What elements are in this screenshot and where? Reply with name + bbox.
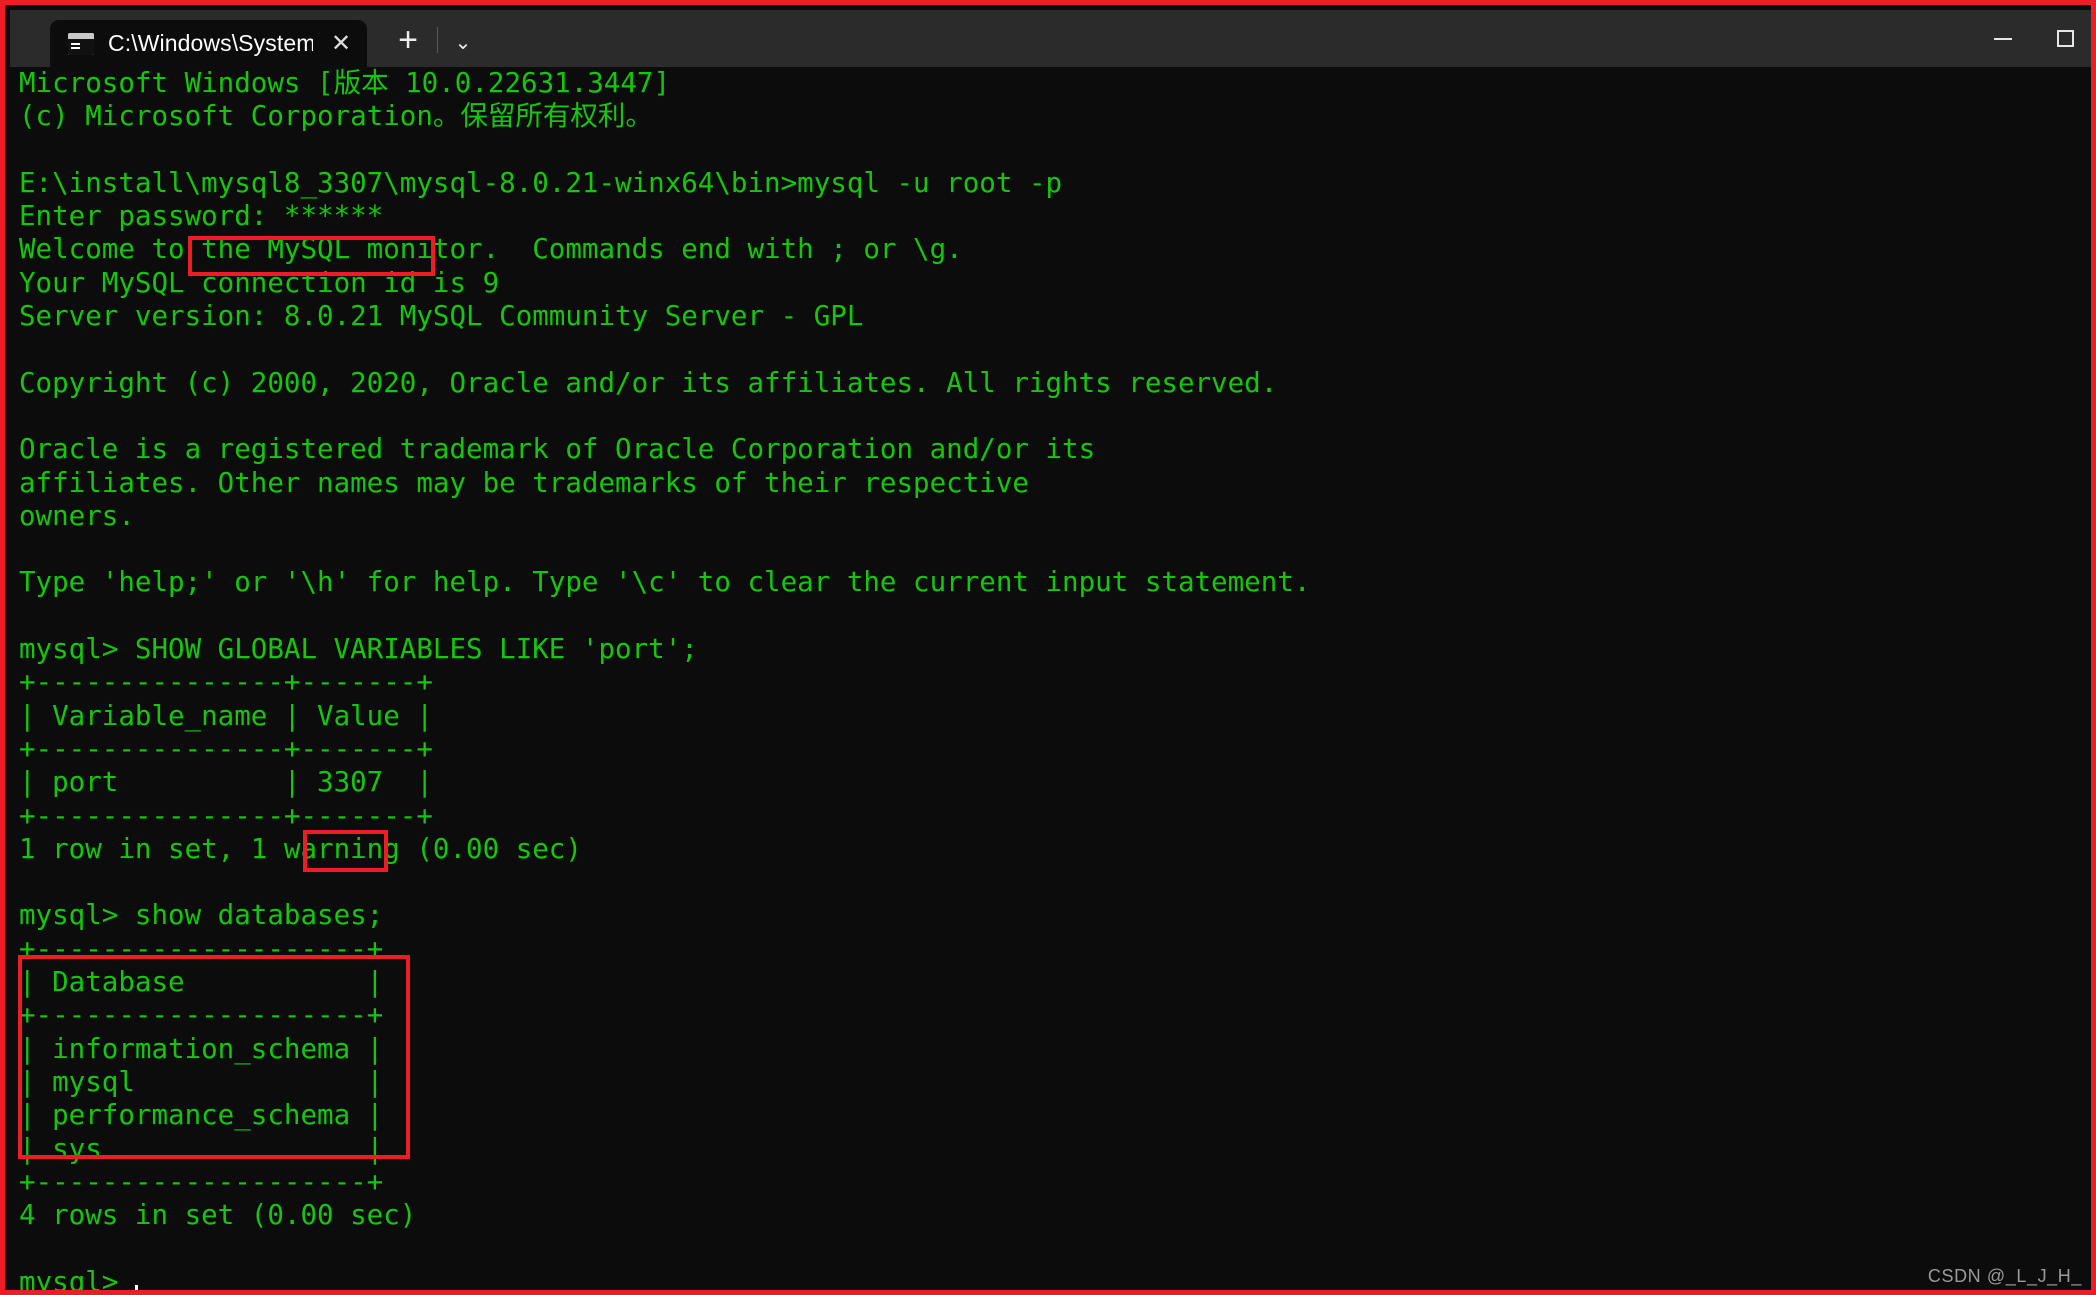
toolbar-divider [437,27,438,53]
watermark-text: CSDN @_L_J_H_ [1927,1266,2082,1286]
terminal-line: affiliates. Other names may be trademark… [19,466,1029,499]
text-cursor [135,1285,138,1290]
terminal-line: owners. [19,499,135,532]
terminal-text: Microsoft Windows [版本 10.0.22631.3447] (c… [19,67,1311,1295]
terminal-line: Oracle is a registered trademark of Orac… [19,433,1096,466]
close-icon[interactable]: ✕ [329,31,353,56]
terminal-line: Microsoft Windows [版本 10.0.22631.3447] [19,67,671,99]
terminal-line: Type 'help;' or '\h' for help. Type '\c'… [19,566,1311,599]
terminal-line: +--------------------+ [19,999,384,1032]
terminal-line: Welcome to the MySQL monitor. Commands e… [19,233,963,266]
tab-strip: C:\Windows\System32\ ✕ + ⌄ [10,10,486,67]
terminal-line: +--------------------+ [19,1165,384,1198]
window-controls [1972,10,2091,67]
terminal-line: 4 rows in set (0.00 sec) [19,1199,417,1232]
title-bar: C:\Windows\System32\ ✕ + ⌄ [10,10,2091,67]
terminal-line: E:\install\mysql8_3307\mysql-8.0.21-winx… [19,166,1063,199]
terminal-line: | Variable_name | Value | [19,699,433,732]
terminal-line: | port | 3307 | [19,766,433,799]
terminal-line: mysql> [19,1265,135,1295]
terminal-output-pane[interactable]: Microsoft Windows [版本 10.0.22631.3447] (c… [10,67,2091,1295]
terminal-line: (c) Microsoft Corporation。保留所有权利。 [19,100,653,133]
terminal-line: mysql> show databases; [19,899,384,932]
tab-title: C:\Windows\System32\ [108,30,313,56]
terminal-line: Enter password: ****** [19,200,384,233]
terminal-line: | mysql | [19,1065,384,1098]
terminal-line: Copyright (c) 2000, 2020, Oracle and/or … [19,366,1278,399]
maximize-button[interactable] [2034,10,2091,67]
terminal-line: mysql> SHOW GLOBAL VARIABLES LIKE 'port'… [19,633,698,666]
terminal-line: +--------------------+ [19,932,384,965]
terminal-line: | information_schema | [19,1032,384,1065]
terminal-line: +---------------+-------+ [19,732,433,765]
terminal-line: | Database | [19,966,384,999]
terminal-line: | sys | [19,1132,384,1165]
tab-console[interactable]: C:\Windows\System32\ ✕ [50,20,367,67]
minimize-button[interactable] [1972,10,2034,67]
terminal-line: Server version: 8.0.21 MySQL Community S… [19,300,864,333]
chevron-down-icon[interactable]: ⌄ [440,33,486,53]
new-tab-button[interactable]: + [385,23,431,57]
console-icon [68,32,94,55]
terminal-line: +---------------+-------+ [19,799,433,832]
terminal-window: C:\Windows\System32\ ✕ + ⌄ Microsoft Win… [0,0,2096,1295]
terminal-line: | performance_schema | [19,1099,384,1132]
terminal-line: Your MySQL connection id is 9 [19,266,500,299]
terminal-line: 1 row in set, 1 warning (0.00 sec) [19,832,582,865]
terminal-line: +---------------+-------+ [19,666,433,699]
